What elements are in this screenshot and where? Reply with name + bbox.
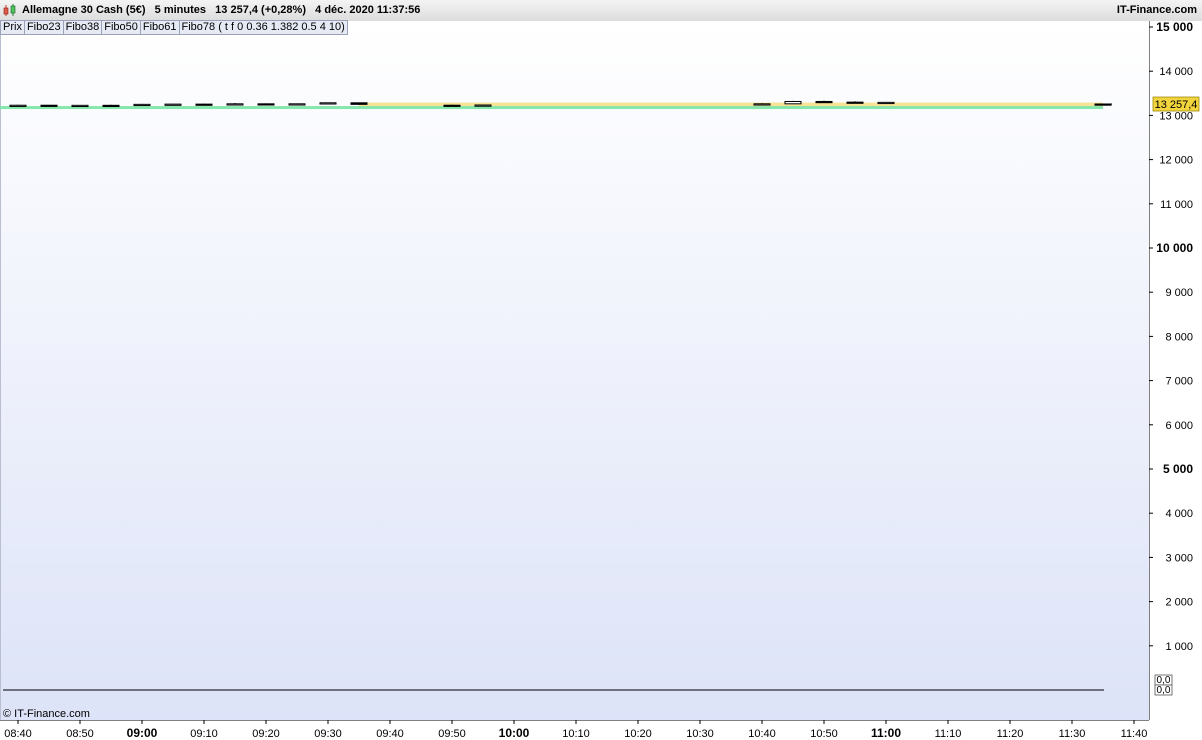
candle-body bbox=[815, 100, 833, 104]
x-tick-label: 11:00 bbox=[871, 726, 901, 740]
last-price-label: 13 257,4 bbox=[1155, 99, 1198, 111]
candle bbox=[164, 103, 182, 106]
y-tick-label: 3 000 bbox=[1165, 552, 1193, 564]
candle-body bbox=[257, 103, 275, 106]
candlestick-chart: 1 000 2 000 3 000 4 000 5 000 6 000 7 000 8 000… bbox=[0, 20, 1200, 740]
candle-body bbox=[846, 101, 864, 104]
x-tick-label: 10:20 bbox=[624, 728, 652, 740]
candle-body bbox=[877, 101, 895, 105]
candle-body bbox=[195, 103, 213, 106]
candle bbox=[226, 103, 244, 106]
candle bbox=[133, 103, 151, 107]
y-tick-label: 6 000 bbox=[1165, 420, 1193, 432]
candle-body bbox=[9, 104, 27, 107]
last-price-tag: 13 257,4 bbox=[1104, 96, 1200, 112]
x-tick-label: 09:10 bbox=[190, 728, 218, 740]
y-tick-label: 10 000 bbox=[1156, 241, 1193, 255]
candle-body bbox=[226, 103, 244, 106]
candle-body bbox=[443, 104, 461, 107]
y-tick-label: 14 000 bbox=[1159, 66, 1193, 78]
x-tick-label: 09:00 bbox=[127, 726, 158, 740]
x-tick-label: 08:40 bbox=[4, 728, 32, 740]
x-tick-label: 10:40 bbox=[748, 728, 776, 740]
x-tick-label: 10:30 bbox=[686, 728, 714, 740]
candle bbox=[815, 100, 833, 104]
y-tick-label: 15 000 bbox=[1156, 20, 1193, 34]
y-tick-label: 1 000 bbox=[1165, 641, 1193, 653]
copyright-text: © IT-Finance.com bbox=[3, 708, 90, 720]
candle-body bbox=[350, 102, 368, 105]
candle-body bbox=[40, 104, 58, 107]
candle bbox=[474, 104, 492, 107]
candle bbox=[9, 104, 27, 107]
candle-body bbox=[71, 104, 89, 108]
y-tick-label: 9 000 bbox=[1165, 287, 1193, 299]
candles bbox=[3, 100, 1112, 691]
candle bbox=[877, 101, 895, 105]
candle-body bbox=[319, 102, 337, 105]
candle-body bbox=[288, 103, 306, 106]
y-tick-label: 2 000 bbox=[1165, 597, 1193, 609]
y-tick-label: 4 000 bbox=[1165, 508, 1193, 520]
x-tick-label: 11:40 bbox=[1121, 728, 1148, 740]
candle bbox=[846, 101, 864, 104]
candle bbox=[195, 103, 213, 106]
x-tick-label: 10:50 bbox=[810, 728, 838, 740]
candle-body bbox=[753, 103, 771, 106]
candle bbox=[288, 103, 306, 106]
x-axis-ticks: 08:40 08:50 09:00 09:10 09:20 09:30 09:40 09:50… bbox=[4, 720, 1147, 740]
y-tick-label: 8 000 bbox=[1165, 331, 1193, 343]
x-tick-label: 11:10 bbox=[935, 728, 962, 740]
y-axis-ticks: 1 000 2 000 3 000 4 000 5 000 6 000 7 000 8 000… bbox=[1149, 20, 1193, 696]
candle-body bbox=[474, 104, 492, 107]
candle bbox=[71, 104, 89, 108]
sub-value-label: 0,0 bbox=[1157, 685, 1171, 696]
candle bbox=[319, 102, 337, 105]
x-tick-label: 11:20 bbox=[997, 728, 1024, 740]
y-tick-label: 7 000 bbox=[1165, 376, 1193, 388]
candle-body bbox=[102, 104, 120, 108]
candle-body bbox=[164, 103, 182, 106]
x-tick-label: 09:30 bbox=[314, 728, 342, 740]
x-tick-label: 08:50 bbox=[66, 728, 94, 740]
candle bbox=[443, 104, 461, 107]
x-tick-label: 10:00 bbox=[499, 726, 530, 740]
candle bbox=[784, 100, 802, 105]
candle bbox=[40, 104, 58, 107]
x-tick-label: 10:10 bbox=[562, 728, 590, 740]
y-tick-label: 5 000 bbox=[1163, 462, 1193, 476]
candle bbox=[753, 103, 771, 106]
candle bbox=[102, 104, 120, 108]
fibo-lower-zone bbox=[0, 106, 1103, 110]
y-tick-label: 12 000 bbox=[1159, 155, 1193, 167]
fibo-upper-zone bbox=[359, 102, 1103, 107]
y-tick-label: 11 000 bbox=[1160, 199, 1193, 211]
x-tick-label: 09:50 bbox=[438, 728, 466, 740]
x-tick-label: 11:30 bbox=[1059, 728, 1086, 740]
x-tick-label: 09:20 bbox=[252, 728, 280, 740]
candle bbox=[350, 102, 368, 105]
x-tick-label: 09:40 bbox=[376, 728, 404, 740]
y-tick-label: 13 000 bbox=[1159, 110, 1193, 122]
candle bbox=[257, 103, 275, 106]
candle-body bbox=[133, 103, 151, 107]
candle-body bbox=[784, 100, 802, 105]
